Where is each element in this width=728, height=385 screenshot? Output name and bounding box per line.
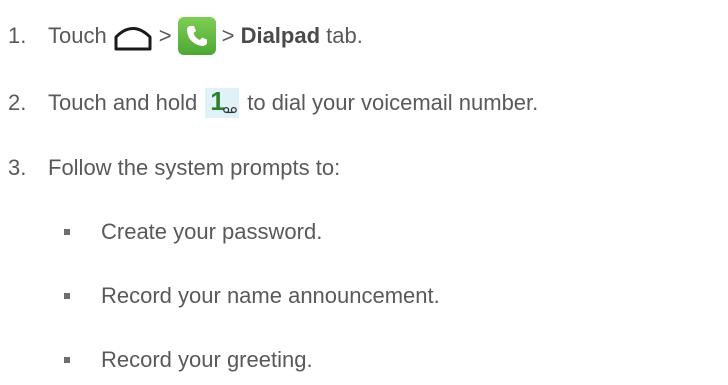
dialpad-key-1[interactable]: 1 [205, 86, 240, 120]
step-text: Follow the system prompts to: [48, 155, 341, 180]
bullet-marker [64, 293, 70, 299]
bullet-text: Record your name announcement. [101, 283, 440, 308]
list-item: Create your password. [64, 219, 322, 245]
home-icon[interactable] [113, 19, 153, 53]
list-item: Record your name announcement. [64, 283, 440, 309]
dialpad-tab-label: Dialpad [240, 23, 321, 48]
step-text-before: Touch and hold [48, 90, 198, 115]
bullet-text: Create your password. [101, 219, 323, 244]
step-text-tab: tab. [326, 23, 363, 48]
step-2: 2. Touch and hold 1 to dial your voicema… [8, 86, 539, 120]
step-3: 3. Follow the system prompts to: [8, 155, 340, 181]
step-1: 1. Touch > > Dialpad tab. [8, 17, 363, 55]
list-item: Record your greeting. [64, 347, 313, 373]
step-number: 3. [8, 155, 27, 180]
step-text-gt: > [158, 23, 172, 48]
bullet-marker [64, 229, 70, 235]
bullet-text: Record your greeting. [101, 347, 313, 372]
step-number: 2. [8, 90, 27, 115]
step-text-gt: > [221, 23, 235, 48]
voicemail-icon [223, 94, 238, 120]
bullet-marker [64, 357, 70, 363]
phone-app-icon[interactable] [177, 17, 216, 55]
step-number: 1. [8, 23, 27, 48]
step-text-touch: Touch [48, 23, 107, 48]
step-text-after: to dial your voicemail number. [247, 90, 539, 115]
